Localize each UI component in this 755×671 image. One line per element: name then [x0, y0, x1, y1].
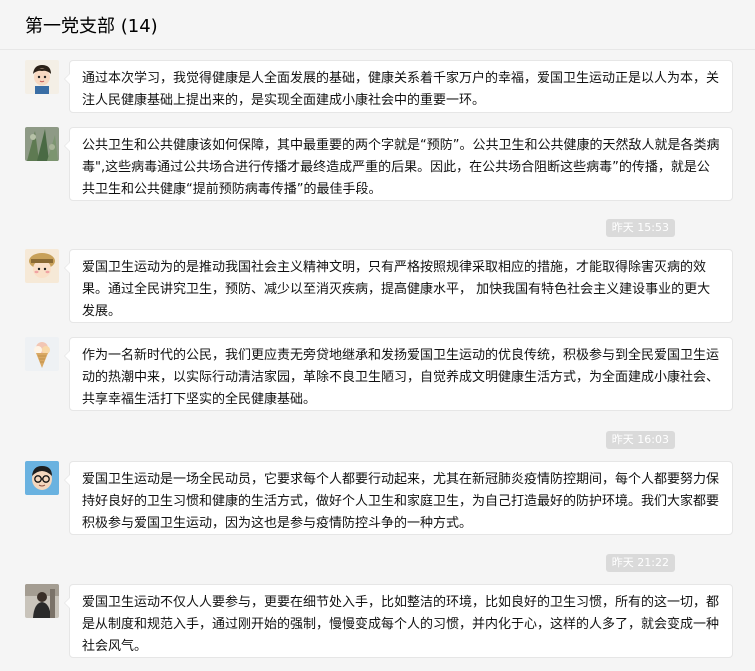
message-bubble: 爱国卫生运动是一场全民动员，它要求每个人都要行动起来，尤其在新冠肺炎疫情防控期间…	[64, 461, 733, 535]
ice-cream-avatar[interactable]	[25, 337, 59, 371]
person-photo-avatar[interactable]	[25, 584, 59, 618]
message-bubble: 公共卫生和公共健康该如何保障，其中最重要的两个字就是“预防”。公共卫生和公共健康…	[64, 127, 733, 201]
timestamp-badge: 昨天 16:03	[605, 431, 675, 449]
timestamp-badge: 昨天 21:22	[605, 554, 675, 572]
cartoon-kid-hat-avatar[interactable]	[25, 249, 59, 283]
message-bubble: 爱国卫生运动不仅人人要参与，更要在细节处入手，比如整洁的环境，比如良好的卫生习惯…	[64, 584, 733, 658]
glasses-man-avatar[interactable]	[25, 461, 59, 495]
cartoon-boy-avatar[interactable]	[25, 60, 59, 94]
plant-photo-avatar[interactable]	[25, 127, 59, 161]
message-bubble: 爱国卫生运动为的是推动我国社会主义精神文明，只有严格按照规律采取相应的措施，才能…	[64, 249, 733, 323]
timestamp-badge: 昨天 15:53	[605, 219, 675, 237]
chat-header: 第一党支部 (14)	[0, 0, 755, 50]
group-title: 第一党支部 (14)	[25, 16, 158, 37]
message-list[interactable]: 通过本次学习，我觉得健康是人全面发展的基础，健康关系着千家万户的幸福，爱国卫生运…	[0, 50, 755, 671]
message-bubble: 通过本次学习，我觉得健康是人全面发展的基础，健康关系着千家万户的幸福，爱国卫生运…	[64, 60, 733, 113]
message-bubble: 作为一名新时代的公民，我们更应责无旁贷地继承和发扬爱国卫生运动的优良传统，积极参…	[64, 337, 733, 411]
